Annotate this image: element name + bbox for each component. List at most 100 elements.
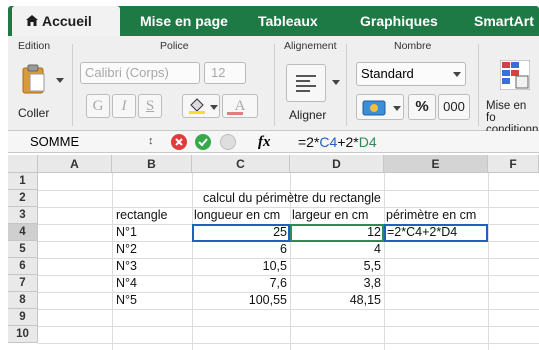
fx-icon[interactable]: fx (258, 131, 271, 153)
row-header-6[interactable]: 6 (8, 258, 38, 275)
spreadsheet-grid: A B C D E F 1 2 3 4 5 6 7 8 9 10 calcul … (8, 155, 539, 350)
group-separator (72, 44, 73, 126)
row-header-7[interactable]: 7 (8, 275, 38, 292)
cell-d4[interactable]: 12 (290, 224, 384, 241)
accounting-dropdown-icon (393, 106, 401, 111)
font-size-value: 12 (211, 65, 226, 80)
gridline (38, 343, 539, 344)
group-title-nombre: Nombre (394, 40, 432, 52)
cell-b4[interactable]: N°1 (116, 224, 137, 241)
font-color-swatch (227, 112, 243, 115)
group-title-edition: Edition (18, 40, 51, 52)
cell-d6[interactable]: 5,5 (290, 258, 384, 275)
home-icon (26, 15, 38, 26)
cell-c6[interactable]: 10,5 (192, 258, 290, 275)
row-header-5[interactable]: 5 (8, 241, 38, 258)
header-longueur[interactable]: longueur en cm (194, 207, 280, 224)
gridline (38, 309, 539, 310)
formula-bar: SOMME ↕ fx =2*C4+2*D4 (8, 131, 539, 153)
paste-button[interactable]: Coller (12, 60, 64, 124)
align-button[interactable] (286, 64, 326, 102)
row-header-9[interactable]: 9 (8, 309, 38, 326)
row-header-8[interactable]: 8 (8, 292, 38, 309)
row-header-1[interactable]: 1 (8, 173, 38, 190)
header-largeur[interactable]: largeur en cm (292, 207, 368, 224)
cell-c4[interactable]: 25 (192, 224, 290, 241)
thousands-button[interactable]: 000 (438, 94, 470, 120)
formula-part: +2* (337, 134, 359, 150)
bold-button[interactable]: G (86, 94, 110, 118)
group-title-alignement: Alignement (284, 40, 337, 52)
group-separator (478, 44, 479, 126)
column-header-d[interactable]: D (290, 155, 384, 173)
tab-graphiques[interactable]: Graphiques (360, 6, 438, 36)
cell-b8[interactable]: N°5 (116, 292, 137, 309)
cell-d5[interactable]: 4 (290, 241, 384, 258)
ribbon-tab-bar: Accueil Mise en page Tableaux Graphiques… (8, 6, 539, 36)
paste-dropdown-caret-icon[interactable] (56, 78, 64, 83)
name-box-stepper-icon[interactable]: ↕ (148, 135, 154, 147)
currency-icon (362, 100, 386, 116)
header-perimetre[interactable]: périmètre en cm (386, 207, 476, 224)
cell-b6[interactable]: N°3 (116, 258, 137, 275)
number-format-value: Standard (361, 66, 414, 81)
cell-c5[interactable]: 6 (192, 241, 290, 258)
column-header-c[interactable]: C (192, 155, 290, 173)
sheet-title[interactable]: calcul du périmètre du rectangle (203, 190, 381, 207)
fill-color-button[interactable] (182, 94, 220, 118)
column-header-f[interactable]: F (488, 155, 539, 173)
italic-button[interactable]: I (112, 94, 136, 118)
number-format-caret-icon (453, 72, 461, 77)
column-header-a[interactable]: A (38, 155, 112, 173)
font-color-button[interactable]: A (222, 94, 258, 118)
align-left-icon (296, 75, 316, 92)
cell-c7[interactable]: 7,6 (192, 275, 290, 292)
tab-accueil-label: Accueil (42, 13, 92, 29)
number-format-select[interactable]: Standard (356, 62, 466, 86)
gridline (488, 173, 489, 350)
column-header-b[interactable]: B (112, 155, 192, 173)
select-all-corner[interactable] (8, 155, 38, 173)
font-size-field[interactable]: 12 (204, 62, 246, 84)
underline-button[interactable]: S (138, 94, 162, 118)
gridline (112, 173, 113, 350)
align-label: Aligner (289, 108, 327, 122)
conditional-format-label-line1: Mise en fo (486, 100, 527, 124)
group-separator (346, 44, 347, 126)
gridline (384, 173, 385, 350)
cell-d8[interactable]: 48,15 (290, 292, 384, 309)
conditional-format-icon[interactable] (500, 60, 530, 90)
tab-tableaux[interactable]: Tableaux (258, 6, 318, 36)
row-header-10[interactable]: 10 (8, 326, 38, 343)
row-header-3[interactable]: 3 (8, 207, 38, 224)
tab-accueil[interactable]: Accueil (12, 6, 120, 36)
tab-mise-en-page[interactable]: Mise en page (140, 6, 228, 36)
percent-button[interactable]: % (408, 94, 436, 120)
font-name-field[interactable]: Calibri (Corps) (80, 62, 200, 84)
formula-ref-d4: D4 (358, 134, 377, 150)
header-rectangle[interactable]: rectangle (116, 207, 167, 224)
align-dropdown-caret-icon[interactable] (332, 80, 340, 85)
gridline (38, 326, 539, 327)
column-header-e[interactable]: E (384, 155, 488, 173)
row-header-4[interactable]: 4 (8, 224, 38, 241)
paste-label: Coller (18, 106, 50, 120)
cell-d7[interactable]: 3,8 (290, 275, 384, 292)
group-separator (274, 44, 275, 126)
row-header-2[interactable]: 2 (8, 190, 38, 207)
insert-function-circle-icon[interactable] (220, 134, 236, 150)
ribbon-panel: Edition Police Alignement Nombre Coller … (8, 36, 539, 136)
cancel-icon[interactable] (171, 134, 187, 150)
fill-color-dropdown-icon[interactable] (210, 105, 218, 110)
cell-b5[interactable]: N°2 (116, 241, 137, 258)
tab-smartart[interactable]: SmartArt (474, 6, 534, 36)
formula-input[interactable]: =2*C4+2*D4 (298, 131, 377, 153)
cell-c8[interactable]: 100,55 (192, 292, 290, 309)
name-box[interactable]: SOMME (16, 131, 151, 153)
formula-ref-c4: C4 (319, 134, 338, 150)
accounting-format-button[interactable] (356, 94, 404, 120)
cell-e4-editing[interactable]: =2*C4+2*D4 (387, 224, 457, 241)
clipboard-icon (22, 64, 45, 94)
confirm-icon[interactable] (195, 134, 211, 150)
cell-b7[interactable]: N°4 (116, 275, 137, 292)
